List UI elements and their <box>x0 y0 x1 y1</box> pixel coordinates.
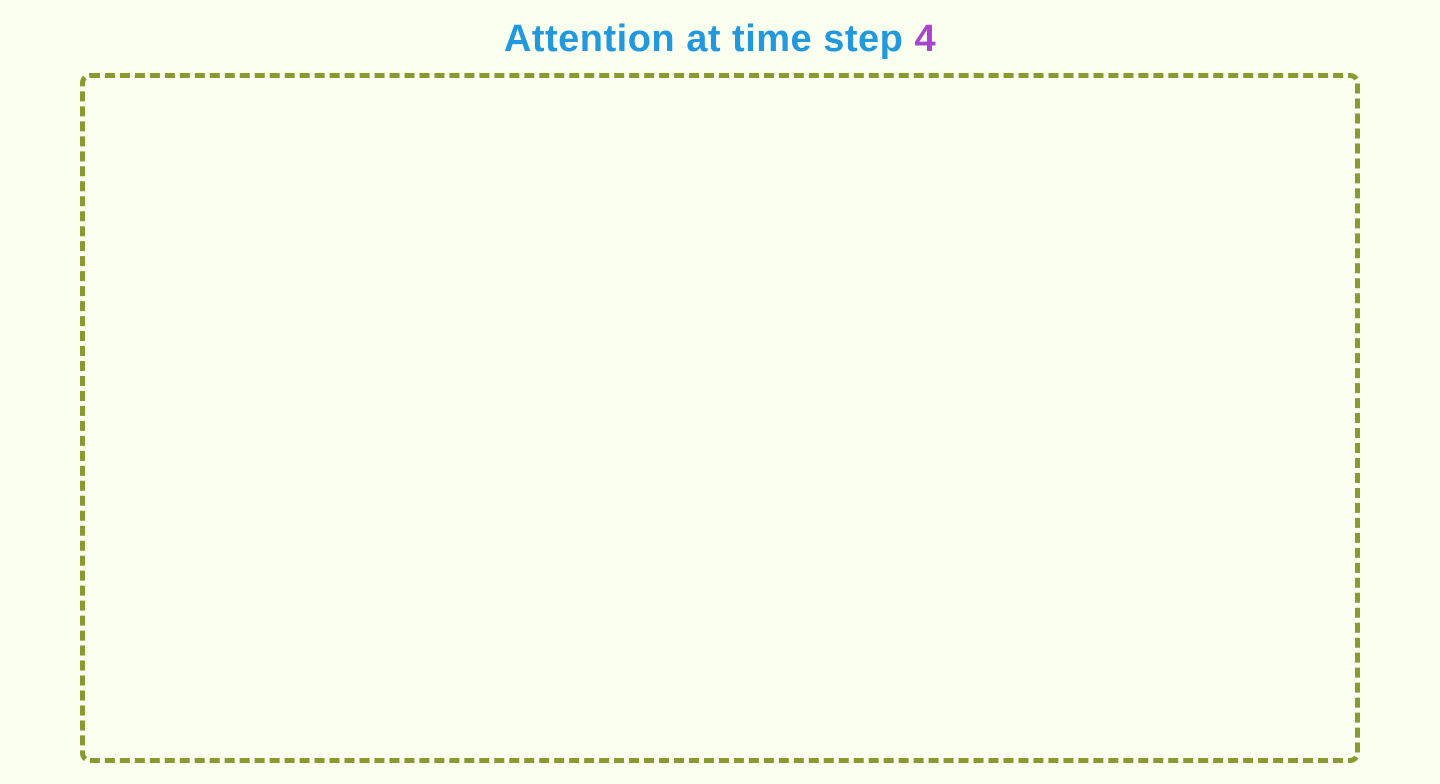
title-prefix: Attention at time step <box>504 18 903 60</box>
page-title: Attention at time step 4 <box>504 18 936 60</box>
title-container: Attention at time step 4 <box>504 18 936 61</box>
title-number: 4 <box>914 18 936 60</box>
attention-visualization-box <box>80 73 1360 763</box>
